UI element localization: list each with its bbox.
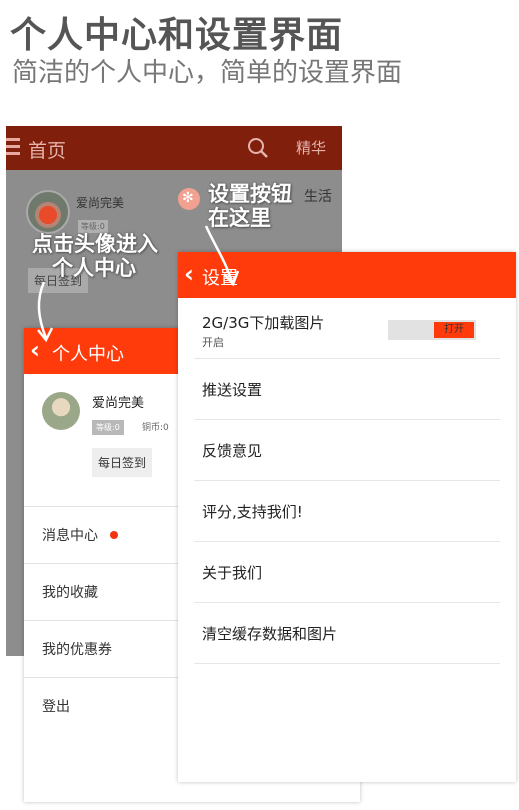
annotation-line: 个人中心 [52, 256, 136, 280]
annotation-line: 点击头像进入 [32, 232, 158, 256]
annotation-avatar: 点击头像进入 个人中心 [32, 232, 158, 280]
annotation-line: 设置按钮 [208, 182, 292, 206]
annotation-arrows [37, 225, 240, 343]
annotation-line: 在这里 [208, 206, 271, 230]
arrow-to-settings [204, 225, 234, 283]
annotation-gear: 设置按钮 在这里 [208, 182, 292, 230]
arrow-to-profile [37, 281, 48, 339]
